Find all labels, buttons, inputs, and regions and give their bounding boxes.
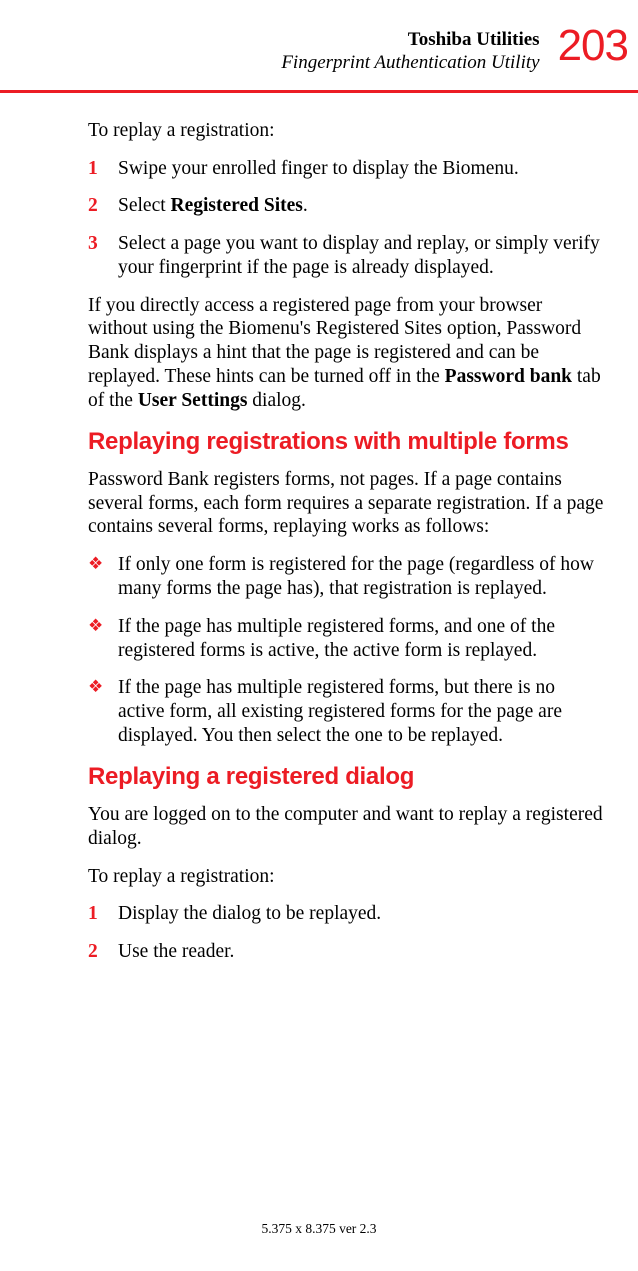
hint-bold-1: Password bank <box>445 366 572 387</box>
diamond-bullet-icon: ❖ <box>88 615 118 663</box>
footer-text: 5.375 x 8.375 ver 2.3 <box>0 1221 638 1237</box>
step-number: 2 <box>88 194 118 218</box>
step-text-post: . <box>303 195 308 216</box>
step-number: 3 <box>88 232 118 280</box>
step-text: Swipe your enrolled finger to display th… <box>118 157 604 181</box>
heading-multiple-forms: Replaying registrations with multiple fo… <box>88 427 604 456</box>
step-item: 1 Swipe your enrolled finger to display … <box>88 157 604 181</box>
page-number: 203 <box>558 24 628 68</box>
step-number: 1 <box>88 157 118 181</box>
header-text-block: Toshiba Utilities Fingerprint Authentica… <box>281 30 539 74</box>
bullet-item: ❖ If the page has multiple registered fo… <box>88 615 604 663</box>
step-text: Select a page you want to display and re… <box>118 232 604 280</box>
bullet-item: ❖ If only one form is registered for the… <box>88 553 604 601</box>
bullet-text: If only one form is registered for the p… <box>118 553 604 601</box>
step-text: Display the dialog to be replayed. <box>118 902 604 926</box>
chapter-title: Toshiba Utilities <box>281 30 539 51</box>
intro2-paragraph: To replay a registration: <box>88 865 604 889</box>
step-number: 2 <box>88 940 118 964</box>
bullet-text: If the page has multiple registered form… <box>118 676 604 747</box>
page: Toshiba Utilities Fingerprint Authentica… <box>0 0 638 1271</box>
diamond-bullet-icon: ❖ <box>88 553 118 601</box>
step-item: 2 Use the reader. <box>88 940 604 964</box>
diamond-bullet-icon: ❖ <box>88 676 118 747</box>
step-text-pre: Select <box>118 195 171 216</box>
step-text: Select Registered Sites. <box>118 194 604 218</box>
dialog-paragraph: You are logged on to the computer and wa… <box>88 803 604 851</box>
heading-registered-dialog: Replaying a registered dialog <box>88 762 604 791</box>
bullet-item: ❖ If the page has multiple registered fo… <box>88 676 604 747</box>
page-header: Toshiba Utilities Fingerprint Authentica… <box>0 24 638 74</box>
steps-list-b: 1 Display the dialog to be replayed. 2 U… <box>88 902 604 964</box>
steps-list-a: 1 Swipe your enrolled finger to display … <box>88 157 604 280</box>
step-item: 3 Select a page you want to display and … <box>88 232 604 280</box>
forms-paragraph: Password Bank registers forms, not pages… <box>88 468 604 539</box>
bullet-list: ❖ If only one form is registered for the… <box>88 553 604 747</box>
intro-paragraph: To replay a registration: <box>88 119 604 143</box>
step-text-bold: Registered Sites <box>171 195 303 216</box>
content-area: To replay a registration: 1 Swipe your e… <box>0 93 638 964</box>
hint-paragraph: If you directly access a registered page… <box>88 294 604 413</box>
step-item: 1 Display the dialog to be replayed. <box>88 902 604 926</box>
step-text: Use the reader. <box>118 940 604 964</box>
hint-text-post: dialog. <box>247 390 306 411</box>
section-title: Fingerprint Authentication Utility <box>281 53 539 74</box>
step-item: 2 Select Registered Sites. <box>88 194 604 218</box>
step-number: 1 <box>88 902 118 926</box>
hint-bold-2: User Settings <box>138 390 248 411</box>
bullet-text: If the page has multiple registered form… <box>118 615 604 663</box>
